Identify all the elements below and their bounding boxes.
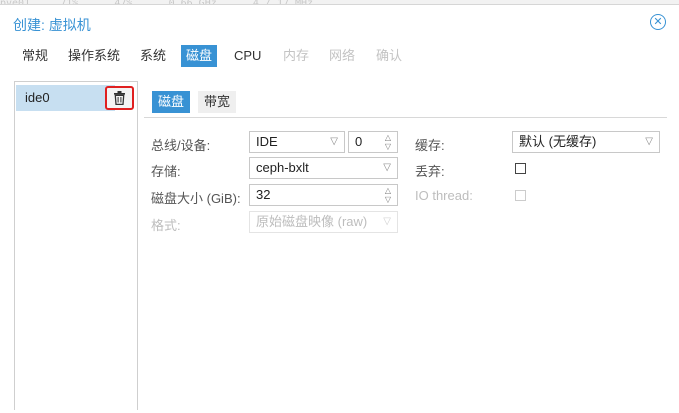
- wizard-tabs: 常规 操作系统 系统 磁盘 CPU 内存 网络 确认: [0, 45, 679, 73]
- discard-checkbox[interactable]: [515, 163, 526, 174]
- dialog-titlebar: 创建: 虚拟机 ✕: [0, 5, 679, 39]
- disk-list-item-label: ide0: [25, 90, 50, 105]
- disk-list-item[interactable]: ide0: [16, 85, 115, 111]
- dialog-title: 创建: 虚拟机: [13, 17, 91, 33]
- device-index-spinner[interactable]: 0 △ ▽: [348, 131, 398, 153]
- format-select-value: 原始磁盘映像 (raw): [256, 214, 368, 229]
- trash-icon: [114, 91, 125, 105]
- device-index-value: 0: [355, 134, 363, 149]
- iothread-checkbox: [515, 190, 526, 201]
- storage-select[interactable]: ceph-bxlt ▽: [249, 157, 398, 179]
- subtab-disk[interactable]: 磁盘: [152, 91, 191, 113]
- close-icon[interactable]: ✕: [650, 14, 666, 30]
- spinner-arrows-icon[interactable]: △ ▽: [383, 186, 393, 204]
- iothread-label: IO thread:: [415, 188, 473, 203]
- spinner-arrows-icon[interactable]: △ ▽: [383, 133, 393, 151]
- tab-system[interactable]: 系统: [140, 45, 166, 67]
- storage-label: 存储:: [151, 164, 181, 179]
- tab-general[interactable]: 常规: [22, 45, 48, 67]
- subtab-bandwidth[interactable]: 带宽: [198, 91, 237, 113]
- chevron-down-icon: ▽: [330, 136, 338, 147]
- storage-select-value: ceph-bxlt: [256, 160, 309, 175]
- disk-list-panel: ide0: [14, 81, 138, 410]
- cache-label: 缓存:: [415, 138, 445, 153]
- discard-label: 丢弃:: [415, 164, 445, 179]
- cache-select[interactable]: 默认 (无缓存) ▽: [512, 131, 660, 153]
- disk-size-input[interactable]: 32 △ ▽: [249, 184, 398, 206]
- disk-size-value: 32: [256, 187, 271, 202]
- disk-form-panel: 磁盘 带宽 总线/设备: IDE ▽ 0 △ ▽ 存储: ceph-bxlt ▽ …: [144, 81, 669, 409]
- bus-select[interactable]: IDE ▽: [249, 131, 345, 153]
- disk-step-body: ide0 磁盘 带宽 总线/设备: IDE ▽ 0 △ ▽ 存储: ceph-b…: [14, 81, 679, 413]
- tab-memory[interactable]: 内存: [283, 45, 309, 67]
- tab-cpu[interactable]: CPU: [234, 45, 261, 67]
- delete-disk-button[interactable]: [105, 86, 134, 110]
- format-label: 格式:: [151, 218, 181, 233]
- tab-os[interactable]: 操作系统: [68, 45, 120, 67]
- create-vm-dialog: 创建: 虚拟机 ✕ 常规 操作系统 系统 磁盘 CPU 内存 网络 确认 ide…: [0, 4, 679, 410]
- bus-select-value: IDE: [256, 134, 278, 149]
- format-select: 原始磁盘映像 (raw) ▽: [249, 211, 398, 233]
- tab-confirm[interactable]: 确认: [376, 45, 402, 67]
- chevron-down-icon: ▽: [383, 162, 391, 173]
- cache-select-value: 默认 (无缓存): [519, 134, 597, 149]
- subtab-divider: [144, 117, 667, 118]
- bus-device-label: 总线/设备:: [151, 138, 211, 153]
- tab-network[interactable]: 网络: [329, 45, 355, 67]
- tab-disks[interactable]: 磁盘: [181, 45, 218, 67]
- chevron-down-icon: ▽: [383, 216, 391, 227]
- disk-size-label: 磁盘大小 (GiB):: [151, 191, 241, 206]
- chevron-down-icon: ▽: [645, 136, 653, 147]
